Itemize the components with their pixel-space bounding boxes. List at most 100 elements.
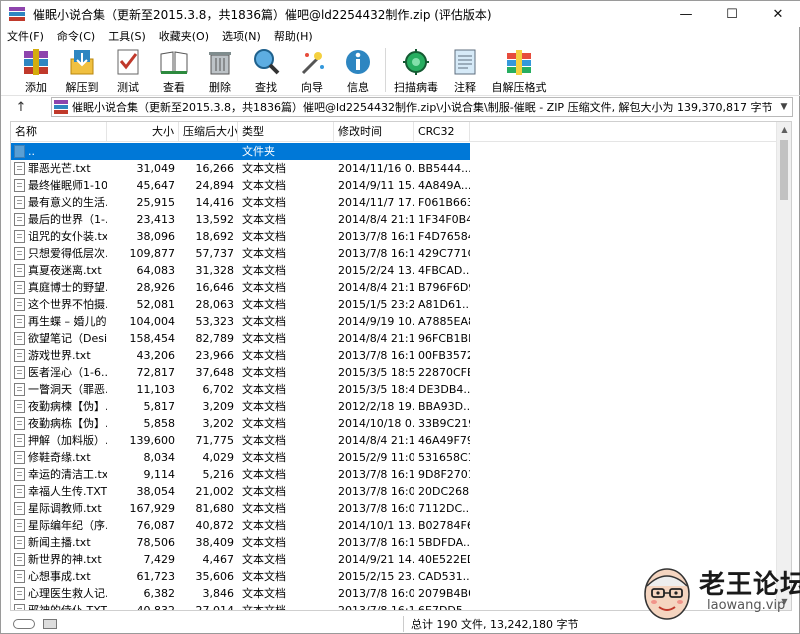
scroll-up-arrow-icon[interactable]: ▲ xyxy=(777,122,791,138)
column-crc32[interactable]: CRC32 xyxy=(414,122,470,142)
file-row[interactable]: 修鞋奇缘.txt 8,034 4,029 文本文档 2015/2/9 11:04 5316… xyxy=(11,449,777,466)
minimize-button[interactable]: — xyxy=(663,1,709,27)
menu-favorites[interactable]: 收藏夹(O) xyxy=(159,28,209,44)
file-crc32: 7112DC... xyxy=(418,502,470,515)
close-button[interactable]: ✕ xyxy=(755,1,800,27)
column-modified[interactable]: 修改时间 xyxy=(334,122,414,142)
file-packed-size: 5,216 xyxy=(202,468,235,481)
find-button[interactable]: 查找 xyxy=(243,44,289,96)
text-file-icon xyxy=(14,536,25,549)
file-name: 医者淫心（1-6... xyxy=(28,366,107,379)
file-packed-size: 38,409 xyxy=(195,536,235,549)
column-packed-size[interactable]: 压缩后大小 xyxy=(179,122,238,142)
column-size[interactable]: 大小 xyxy=(107,122,179,142)
comment-button[interactable]: 注释 xyxy=(442,44,488,96)
file-row[interactable]: 真夏夜迷离.txt 64,083 31,328 文本文档 2015/2/24 13...… xyxy=(11,262,777,279)
view-label: 查看 xyxy=(163,81,185,94)
menu-file[interactable]: 文件(F) xyxy=(7,28,44,44)
file-row[interactable]: 夜勤病栋【伪】... 5,858 3,202 文本文档 2014/10/18 0... 3… xyxy=(11,415,777,432)
file-packed-size: 18,692 xyxy=(195,230,235,243)
column-name[interactable]: 名称 xyxy=(11,122,107,142)
delete-button[interactable]: 删除 xyxy=(197,44,243,96)
file-row[interactable]: 幸福人生传.TXT 38,054 21,002 文本文档 2013/7/8 16:05 2… xyxy=(11,483,777,500)
file-crc32: CAD531... xyxy=(418,570,470,583)
file-row[interactable]: 星际编年纪（序... 76,087 40,872 文本文档 2014/10/1 13..… xyxy=(11,517,777,534)
test-label: 测试 xyxy=(117,81,139,94)
column-type[interactable]: 类型 xyxy=(238,122,334,142)
window-title: 催眠小说合集（更新至2015.3.8，共1836篇）催吧@ld2254432制作… xyxy=(33,7,492,22)
file-modified: 2014/8/4 21:12 xyxy=(338,213,414,226)
file-modified: 2015/3/5 18:44 xyxy=(338,383,414,396)
file-modified: 2014/10/1 13... xyxy=(338,519,414,532)
view-button[interactable]: 查看 xyxy=(151,44,197,96)
file-size: 28,926 xyxy=(136,281,176,294)
file-crc32: 4A849A... xyxy=(418,179,470,192)
up-folder-button[interactable]: ↑ xyxy=(1,100,41,115)
file-name-cell: 真庭博士的野望... xyxy=(11,279,107,296)
text-file-icon xyxy=(14,349,25,362)
file-row[interactable]: 欲望笔记（Desi... 158,454 82,789 文本文档 2014/8/4 21… xyxy=(11,330,777,347)
maximize-button[interactable]: ☐ xyxy=(709,1,755,27)
file-row[interactable]: 游戏世界.txt 43,206 23,966 文本文档 2013/7/8 16:12 00… xyxy=(11,347,777,364)
wizard-button[interactable]: 向导 xyxy=(289,44,335,96)
file-packed-size: 14,416 xyxy=(195,196,235,209)
file-type: 文本文档 xyxy=(242,587,286,600)
drive-icon[interactable] xyxy=(43,619,57,629)
extract-to-button[interactable]: 解压到 xyxy=(59,44,105,96)
file-row[interactable]: 最有意义的生活... 25,915 14,416 文本文档 2014/11/7 17..… xyxy=(11,194,777,211)
file-row[interactable]: 罪恶光芒.txt 31,049 16,266 文本文档 2014/11/16 0... B… xyxy=(11,160,777,177)
file-packed-size: 82,789 xyxy=(195,332,235,345)
file-row[interactable]: 夜勤病楝【伪】... 5,817 3,209 文本文档 2012/2/18 19... B… xyxy=(11,398,777,415)
file-row[interactable]: 再生蝶 – 婚儿的... 104,004 53,323 文本文档 2014/9/19 1… xyxy=(11,313,777,330)
sfx-button[interactable]: 自解压格式 xyxy=(488,44,550,96)
file-type: 文本文档 xyxy=(242,553,286,566)
text-file-icon xyxy=(14,400,25,413)
scrollbar-thumb[interactable] xyxy=(780,140,788,200)
text-file-icon xyxy=(14,485,25,498)
file-crc32: 00FB3572 xyxy=(418,349,470,362)
file-row[interactable]: 这个世界不怕摄... 52,081 28,063 文本文档 2015/1/5 23:21… xyxy=(11,296,777,313)
file-row[interactable]: 最终催眠师1-10... 45,647 24,894 文本文档 2014/9/11 15… xyxy=(11,177,777,194)
file-crc32: BB5444... xyxy=(418,162,470,175)
parent-folder-row[interactable]: .. 文件夹 xyxy=(11,143,470,160)
title-bar[interactable]: 催眠小说合集（更新至2015.3.8，共1836篇）催吧@ld2254432制作… xyxy=(1,1,800,27)
menu-bar: 文件(F) 命令(C) 工具(S) 收藏夹(O) 选项(N) 帮助(H) xyxy=(1,27,800,44)
file-modified: 2013/7/8 16:12 xyxy=(338,349,414,362)
address-field[interactable]: 催眠小说合集（更新至2015.3.8，共1836篇）催吧@ld2254432制作… xyxy=(51,97,793,117)
file-size: 5,817 xyxy=(143,400,176,413)
vertical-scrollbar[interactable]: ▲ ▼ xyxy=(776,122,791,610)
file-row[interactable]: 星际调教师.txt 167,929 81,680 文本文档 2013/7/8 16:06… xyxy=(11,500,777,517)
file-list[interactable]: 名称 大小 压缩后大小 类型 修改时间 CRC32 .. 文件夹 罪恶光芒.tx… xyxy=(10,121,792,611)
add-button[interactable]: 添加 xyxy=(13,44,59,96)
text-file-icon xyxy=(14,247,25,260)
file-row[interactable]: 一瞥洞天（罪恶... 11,103 6,702 文本文档 2015/3/5 18:44 D… xyxy=(11,381,777,398)
file-row[interactable]: 医者淫心（1-6... 72,817 37,648 文本文档 2015/3/5 18:5… xyxy=(11,364,777,381)
file-row[interactable]: 真庭博士的野望... 28,926 16,646 文本文档 2014/8/4 21:12… xyxy=(11,279,777,296)
file-packed-size: 35,606 xyxy=(195,570,235,583)
file-modified: 2013/7/8 16:12 xyxy=(338,536,414,549)
test-button[interactable]: 测试 xyxy=(105,44,151,96)
file-type: 文本文档 xyxy=(242,434,286,447)
file-name: 最终催眠师1-10... xyxy=(28,179,107,192)
file-row[interactable]: 诅咒的女仆装.txt 38,096 18,692 文本文档 2013/7/8 16:13… xyxy=(11,228,777,245)
menu-help[interactable]: 帮助(H) xyxy=(274,28,313,44)
virus-scan-button[interactable]: 扫描病毒 xyxy=(390,44,442,96)
file-modified: 2015/2/9 11:04 xyxy=(338,451,414,464)
info-button[interactable]: 信息 xyxy=(335,44,381,96)
password-key-icon[interactable] xyxy=(13,619,35,629)
file-crc32: 531658C1 xyxy=(418,451,470,464)
file-row[interactable]: 最后的世界（1-... 23,413 13,592 文本文档 2014/8/4 21: 1… xyxy=(11,211,777,228)
file-name: 只想爱得低层次... xyxy=(28,247,107,260)
file-name-cell: 押解（加料版）... xyxy=(11,432,107,449)
address-dropdown-icon[interactable]: ▼ xyxy=(776,102,792,112)
menu-options[interactable]: 选项(N) xyxy=(222,28,261,44)
status-summary: 总计 190 文件, 13,242,180 字节 xyxy=(411,618,579,631)
toolbar-separator xyxy=(385,48,386,92)
file-size: 109,877 xyxy=(129,247,176,260)
file-row[interactable]: 幸运的清洁工.txt 9,114 5,216 文本文档 2013/7/8 16:11 9D… xyxy=(11,466,777,483)
menu-command[interactable]: 命令(C) xyxy=(57,28,95,44)
file-row[interactable]: 新闻主播.txt 78,506 38,409 文本文档 2013/7/8 16:12 5B… xyxy=(11,534,777,551)
file-row[interactable]: 只想爱得低层次... 109,877 57,737 文本文档 2013/7/8 16:1… xyxy=(11,245,777,262)
file-row[interactable]: 押解（加料版）... 139,600 71,775 文本文档 2014/8/4 21:1… xyxy=(11,432,777,449)
menu-tools[interactable]: 工具(S) xyxy=(108,28,146,44)
